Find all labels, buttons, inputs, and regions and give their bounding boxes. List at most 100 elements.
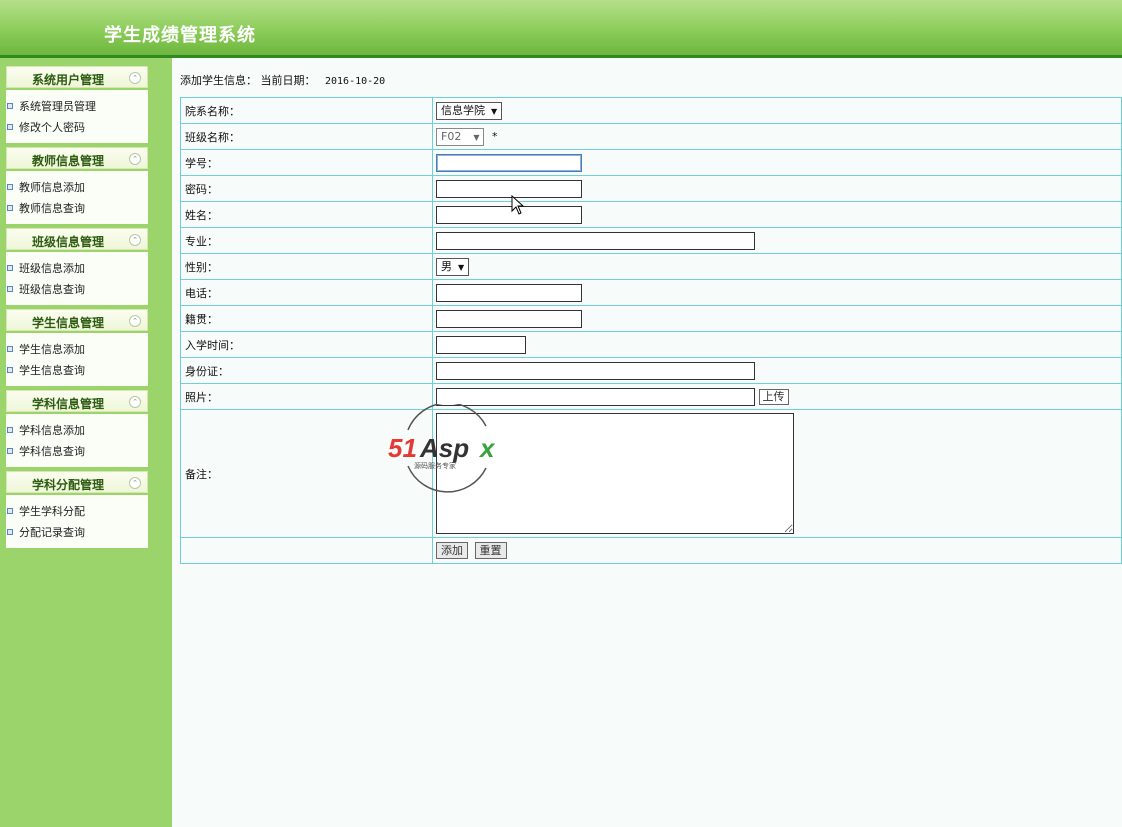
phone-cell: [432, 279, 1122, 306]
sidebar-group-header[interactable]: 学科信息管理 ⌃: [6, 390, 148, 412]
class-cell: F02 ▼ *: [432, 123, 1122, 150]
form-row-origin: 籍贯：: [180, 305, 1122, 332]
dropdown-arrow-icon: ▼: [491, 106, 498, 116]
actions-label-cell: [180, 537, 433, 564]
password-cell: [432, 175, 1122, 202]
id-cell: [432, 357, 1122, 384]
bullet-icon: [7, 346, 13, 352]
sidebar-item-label[interactable]: 班级信息查询: [19, 283, 85, 296]
sidebar-item-subject-query[interactable]: 学科信息查询: [7, 443, 85, 461]
collapse-up-icon[interactable]: ⌃: [129, 234, 141, 246]
id-number-input[interactable]: [436, 361, 755, 380]
sidebar-item-label[interactable]: 教师信息查询: [19, 202, 85, 215]
sidebar-item-label[interactable]: 学科信息查询: [19, 445, 85, 458]
watermark-circle-icon: 51 Asp x 源码服务专家: [388, 402, 496, 493]
sidebar-group-header[interactable]: 班级信息管理 ⌃: [6, 228, 148, 250]
reset-button[interactable]: 重置: [474, 542, 507, 559]
sidebar-item-teacher-query[interactable]: 教师信息查询: [7, 200, 85, 218]
sidebar-item-label[interactable]: 修改个人密码: [19, 121, 85, 134]
sidebar-group-student: 学生信息管理 ⌃ 学生信息添加 学生信息查询: [6, 309, 148, 386]
sidebar-item-label[interactable]: 教师信息添加: [19, 181, 85, 194]
bullet-icon: [7, 205, 13, 211]
watermark-logo: 51 Asp x 源码服务专家: [386, 402, 510, 494]
photo-path-input[interactable]: [436, 387, 755, 406]
bullet-icon: [7, 529, 13, 535]
sidebar-group-header[interactable]: 学生信息管理 ⌃: [6, 309, 148, 331]
sidebar-group-body: 学生学科分配 分配记录查询: [6, 495, 148, 548]
bullet-icon: [7, 286, 13, 292]
collapse-up-icon[interactable]: ⌃: [129, 396, 141, 408]
phone-input[interactable]: [436, 283, 582, 302]
collapse-up-icon[interactable]: ⌃: [129, 153, 141, 165]
bullet-icon: [7, 124, 13, 130]
bullet-icon: [7, 508, 13, 514]
password-label: 密码：: [180, 175, 433, 202]
sidebar-group-system-users: 系统用户管理 ⌃ 系统管理员管理 修改个人密码: [6, 66, 148, 143]
sidebar-item-class-add[interactable]: 班级信息添加: [7, 260, 85, 278]
sidebar-group-title: 学科信息管理: [31, 397, 104, 411]
student-no-label: 学号：: [180, 149, 433, 176]
dropdown-arrow-icon: ▼: [458, 262, 465, 272]
origin-input[interactable]: [436, 309, 582, 328]
gender-select[interactable]: 男 ▼: [436, 257, 470, 276]
sidebar-item-label[interactable]: 学生信息查询: [19, 364, 85, 377]
class-select[interactable]: F02 ▼: [436, 127, 485, 146]
sidebar-item-label[interactable]: 学科信息添加: [19, 424, 85, 437]
bullet-icon: [7, 184, 13, 190]
bullet-icon: [7, 103, 13, 109]
origin-label: 籍贯：: [180, 305, 433, 332]
sidebar-item-subject-add[interactable]: 学科信息添加: [7, 422, 85, 440]
bullet-icon: [7, 367, 13, 373]
form-row-major: 专业：: [180, 227, 1122, 254]
bullet-icon: [7, 427, 13, 433]
department-select[interactable]: 信息学院 ▼: [436, 101, 503, 120]
collapse-up-icon[interactable]: ⌃: [129, 315, 141, 327]
name-input[interactable]: [436, 205, 582, 224]
student-no-input[interactable]: [436, 153, 582, 172]
sidebar: 系统用户管理 ⌃ 系统管理员管理 修改个人密码 教师信息管理 ⌃ 教师信息添加 …: [0, 58, 172, 827]
origin-cell: [432, 305, 1122, 332]
password-input[interactable]: [436, 179, 582, 198]
sidebar-group-header[interactable]: 教师信息管理 ⌃: [6, 147, 148, 169]
form-row-id: 身份证：: [180, 357, 1122, 384]
name-label: 姓名：: [180, 201, 433, 228]
sidebar-group-title: 教师信息管理: [31, 154, 104, 168]
page-heading: 添加学生信息： 当前日期： 2016-10-20: [180, 72, 385, 88]
app-header: 学生成绩管理系统: [0, 0, 1122, 55]
department-cell: 信息学院 ▼: [432, 97, 1122, 124]
sidebar-item-change-password[interactable]: 修改个人密码: [7, 119, 85, 137]
sidebar-group-body: 系统管理员管理 修改个人密码: [6, 90, 148, 143]
sidebar-item-label[interactable]: 分配记录查询: [19, 526, 85, 539]
upload-button[interactable]: 上传: [758, 388, 789, 405]
sidebar-group-title: 学科分配管理: [31, 478, 104, 492]
form-row-remark: 备注：: [180, 409, 1122, 538]
sidebar-item-label[interactable]: 学生学科分配: [19, 505, 85, 518]
sidebar-item-assign-subject[interactable]: 学生学科分配: [7, 503, 85, 521]
sidebar-item-class-query[interactable]: 班级信息查询: [7, 281, 85, 299]
add-button[interactable]: 添加: [436, 542, 468, 559]
sidebar-group-header[interactable]: 系统用户管理 ⌃: [6, 66, 148, 88]
collapse-up-icon[interactable]: ⌃: [129, 72, 141, 84]
major-cell: [432, 227, 1122, 254]
sidebar-item-label[interactable]: 班级信息添加: [19, 262, 85, 275]
sidebar-item-student-query[interactable]: 学生信息查询: [7, 362, 85, 380]
sidebar-item-admin-manage[interactable]: 系统管理员管理: [7, 98, 96, 116]
major-input[interactable]: [436, 231, 755, 250]
svg-text:x: x: [478, 433, 496, 463]
svg-text:51: 51: [388, 433, 417, 463]
sidebar-item-label[interactable]: 学生信息添加: [19, 343, 85, 356]
sidebar-item-label[interactable]: 系统管理员管理: [19, 100, 96, 113]
enroll-date-input[interactable]: [436, 335, 526, 354]
sidebar-group-title: 系统用户管理: [31, 73, 104, 87]
sidebar-item-teacher-add[interactable]: 教师信息添加: [7, 179, 85, 197]
date-label: 当前日期：: [260, 74, 316, 87]
sidebar-item-assign-records[interactable]: 分配记录查询: [7, 524, 85, 542]
sidebar-item-student-add[interactable]: 学生信息添加: [7, 341, 85, 359]
gender-select-value: 男: [441, 259, 452, 273]
sidebar-group-header[interactable]: 学科分配管理 ⌃: [6, 471, 148, 493]
photo-cell: 上传: [432, 383, 1122, 410]
id-label: 身份证：: [180, 357, 433, 384]
collapse-up-icon[interactable]: ⌃: [129, 477, 141, 489]
sidebar-group-body: 学生信息添加 学生信息查询: [6, 333, 148, 386]
name-cell: [432, 201, 1122, 228]
